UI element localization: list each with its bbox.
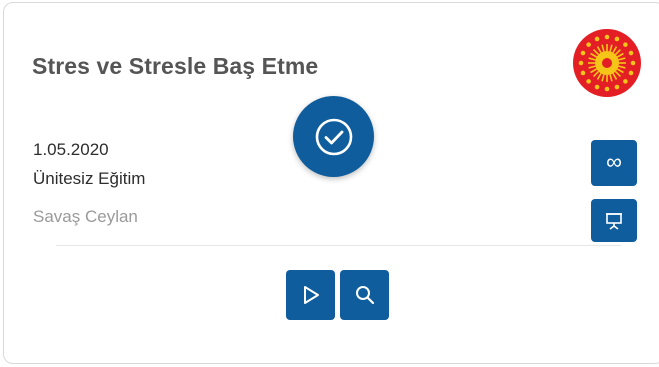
presidential-seal-icon: [573, 29, 641, 97]
course-card: Stres ve Stresle Baş Etme 1.05.2020 Ünit…: [3, 2, 659, 364]
presentation-button[interactable]: [591, 199, 637, 242]
completed-badge: [293, 96, 374, 177]
search-button[interactable]: [340, 270, 389, 320]
course-date: 1.05.2020: [33, 140, 109, 159]
divider: [56, 245, 621, 246]
search-icon: [355, 286, 374, 305]
infinity-icon: ∞: [606, 149, 622, 174]
play-icon: [303, 286, 319, 304]
check-circle-icon: [315, 118, 352, 155]
course-type: Ünitesiz Eğitim: [33, 169, 146, 188]
presentation-icon: [606, 212, 622, 230]
course-author: Savaş Ceylan: [33, 207, 138, 226]
infinity-button[interactable]: ∞: [591, 140, 637, 186]
course-title: Stres ve Stresle Baş Etme: [32, 53, 319, 79]
play-button[interactable]: [286, 270, 335, 320]
